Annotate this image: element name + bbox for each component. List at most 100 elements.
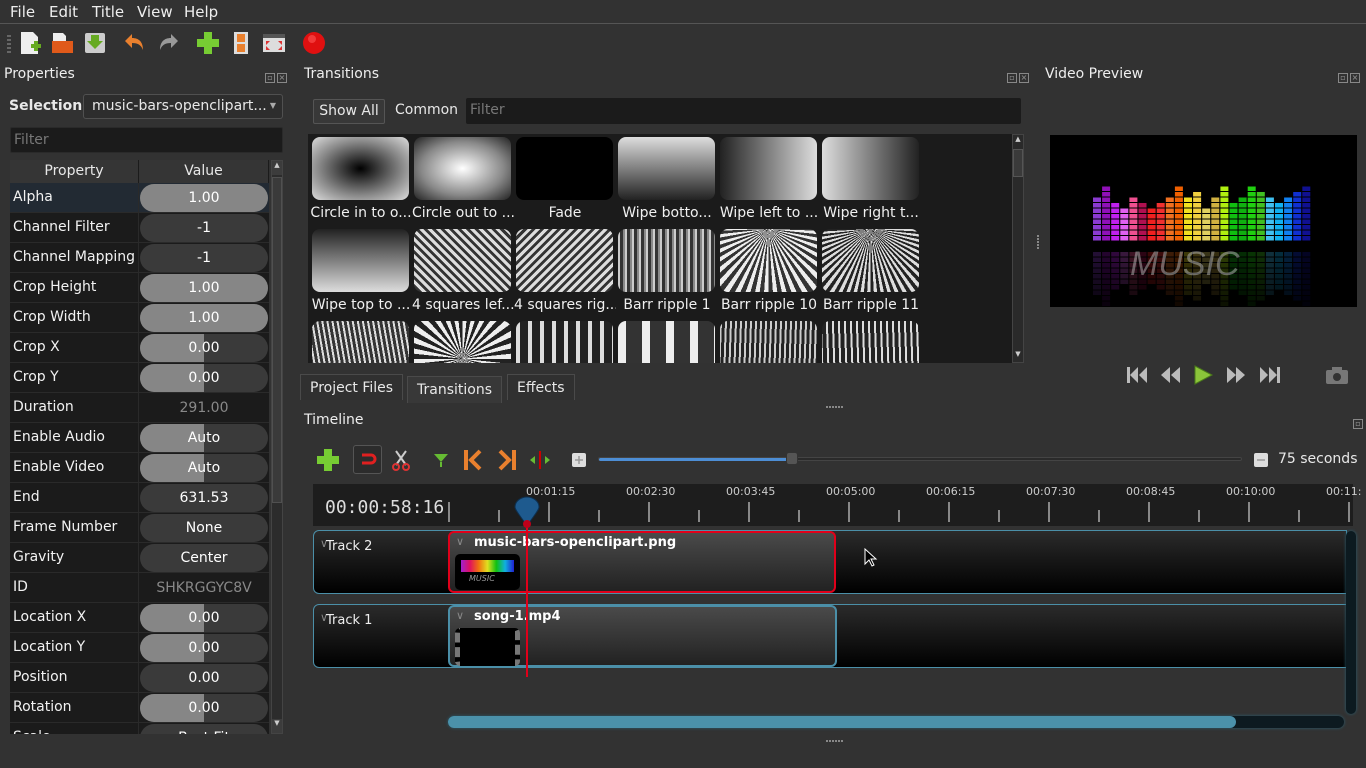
tab-transitions[interactable]: Transitions <box>407 376 502 403</box>
clip-music-bars[interactable]: ∨ music-bars-openclipart.png MUSIC <box>448 531 836 593</box>
playhead-handle[interactable] <box>513 496 541 530</box>
transition-item[interactable]: Wipe left to ... <box>718 135 818 227</box>
header-value[interactable]: Value <box>139 160 269 183</box>
zoom-out-icon[interactable] <box>1249 447 1275 473</box>
float-icon[interactable]: ▫ <box>1007 73 1017 83</box>
float-icon[interactable]: ▫ <box>1353 419 1363 429</box>
chevron-down-icon[interactable]: ∨ <box>456 535 464 548</box>
tab-effects[interactable]: Effects <box>507 374 575 400</box>
menu-file[interactable]: File <box>10 3 35 21</box>
zoom-slider-handle[interactable] <box>786 452 799 465</box>
property-value[interactable]: 0.00 <box>140 694 268 722</box>
close-icon[interactable]: × <box>277 73 287 83</box>
menu-view[interactable]: View <box>137 3 173 21</box>
property-value[interactable]: None <box>140 514 268 542</box>
new-project-icon[interactable] <box>17 30 43 56</box>
properties-scrollbar[interactable]: ▲ ▼ <box>271 160 283 734</box>
camera-icon[interactable] <box>1324 364 1350 386</box>
scroll-down-icon[interactable]: ▼ <box>1013 350 1023 362</box>
transitions-scrollbar[interactable]: ▲ ▼ <box>1012 134 1024 363</box>
transition-item[interactable] <box>310 319 410 363</box>
property-value[interactable]: 631.53 <box>140 484 268 512</box>
menu-title[interactable]: Title <box>92 3 124 21</box>
property-value[interactable]: Best Fit <box>140 724 268 734</box>
jump-start-icon[interactable] <box>1124 364 1150 386</box>
transition-item[interactable] <box>616 319 716 363</box>
header-property[interactable]: Property <box>10 160 139 183</box>
clip-song[interactable]: ∨ song-1.mp4 <box>448 605 837 667</box>
property-value[interactable]: 1.00 <box>140 184 268 212</box>
transition-item[interactable]: Barr ripple 1 <box>616 227 716 319</box>
tab-project-files[interactable]: Project Files <box>300 374 404 400</box>
property-value[interactable]: 1.00 <box>140 304 268 332</box>
transition-item[interactable] <box>718 319 818 363</box>
choose-profile-icon[interactable] <box>228 30 254 56</box>
transition-item[interactable]: Barr ripple 11 <box>820 227 920 319</box>
add-track-icon[interactable] <box>315 447 341 473</box>
transition-item[interactable]: Wipe top to ... <box>310 227 410 319</box>
previous-marker-icon[interactable] <box>460 447 486 473</box>
property-value[interactable]: 0.00 <box>140 604 268 632</box>
property-value[interactable]: Auto <box>140 454 268 482</box>
undo-icon[interactable] <box>121 30 147 56</box>
play-icon[interactable] <box>1190 364 1216 386</box>
property-value[interactable]: 1.00 <box>140 274 268 302</box>
property-value[interactable]: -1 <box>140 214 268 242</box>
snapping-toggle[interactable] <box>353 445 382 474</box>
rewind-icon[interactable] <box>1158 364 1184 386</box>
menu-edit[interactable]: Edit <box>49 3 78 21</box>
property-value[interactable]: 0.00 <box>140 364 268 392</box>
save-project-icon[interactable] <box>82 30 108 56</box>
property-value[interactable]: Center <box>140 544 268 572</box>
close-icon[interactable]: × <box>1350 73 1360 83</box>
property-value[interactable]: 0.00 <box>140 334 268 362</box>
scroll-down-icon[interactable]: ▼ <box>272 719 282 733</box>
export-video-icon[interactable] <box>301 30 327 56</box>
add-marker-icon[interactable] <box>428 447 454 473</box>
float-icon[interactable]: ▫ <box>1338 73 1348 83</box>
transition-item[interactable]: Circle out to ... <box>412 135 514 227</box>
transition-item[interactable] <box>412 319 512 363</box>
scroll-thumb[interactable] <box>1013 149 1023 177</box>
show-all-button[interactable]: Show All <box>313 99 385 124</box>
common-button[interactable]: Common <box>395 102 458 118</box>
scroll-thumb[interactable] <box>272 177 282 503</box>
menu-help[interactable]: Help <box>184 3 218 21</box>
horizontal-scroll-thumb[interactable] <box>448 716 1237 728</box>
property-value[interactable]: 0.00 <box>140 634 268 662</box>
transition-item[interactable] <box>820 319 920 363</box>
zoom-in-icon[interactable] <box>566 447 592 473</box>
transition-item[interactable]: 4 squares rig... <box>514 227 616 319</box>
toolbar-grip[interactable] <box>7 35 11 53</box>
transition-item[interactable]: Wipe right t... <box>820 135 920 227</box>
razor-icon[interactable] <box>388 447 414 473</box>
splitter-handle[interactable] <box>826 740 844 742</box>
import-files-icon[interactable] <box>195 30 221 56</box>
close-icon[interactable]: × <box>1019 73 1029 83</box>
property-value[interactable]: Auto <box>140 424 268 452</box>
splitter-handle[interactable] <box>1037 235 1039 249</box>
float-icon[interactable]: ▫ <box>265 73 275 83</box>
scroll-up-icon[interactable]: ▲ <box>272 161 282 175</box>
properties-filter-input[interactable]: Filter <box>10 127 283 153</box>
open-project-icon[interactable] <box>49 30 75 56</box>
transition-item[interactable]: Wipe botto... <box>616 135 716 227</box>
transition-item[interactable]: Barr ripple 10 <box>718 227 818 319</box>
next-marker-icon[interactable] <box>494 447 520 473</box>
transition-item[interactable]: 4 squares lef... <box>412 227 514 319</box>
fast-forward-icon[interactable] <box>1223 364 1249 386</box>
splitter-handle[interactable] <box>826 406 844 408</box>
property-value[interactable]: 0.00 <box>140 664 268 692</box>
transition-item[interactable] <box>514 319 614 363</box>
chevron-down-icon[interactable]: ∨ <box>456 609 464 622</box>
transition-item[interactable]: Circle in to o... <box>310 135 412 227</box>
timeline-vertical-scrollbar[interactable] <box>1346 531 1356 714</box>
redo-icon[interactable] <box>156 30 182 56</box>
selection-dropdown[interactable]: music-bars-openclipart... ▼ <box>83 94 283 119</box>
scroll-up-icon[interactable]: ▲ <box>1013 135 1023 147</box>
fullscreen-icon[interactable] <box>261 30 287 56</box>
center-playhead-icon[interactable] <box>527 447 553 473</box>
property-value[interactable]: -1 <box>140 244 268 272</box>
transitions-filter-input[interactable]: Filter <box>466 98 1021 124</box>
jump-end-icon[interactable] <box>1257 364 1283 386</box>
